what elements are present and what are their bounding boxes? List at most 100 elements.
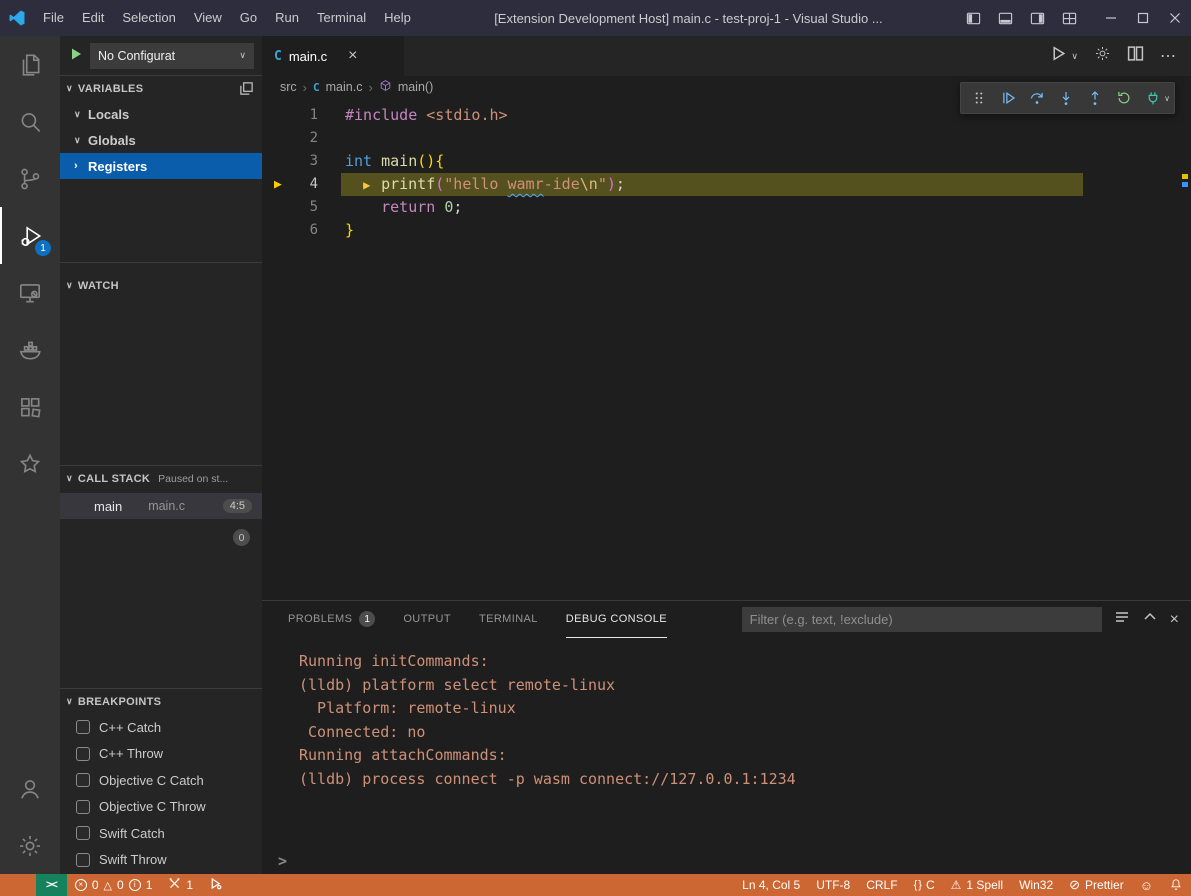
formatter-status[interactable]: ⊘ Prettier	[1061, 874, 1132, 896]
menu-edit[interactable]: Edit	[73, 0, 113, 36]
glyph-margin[interactable]	[262, 127, 298, 150]
checkbox-unchecked[interactable]	[76, 853, 90, 867]
source-control-icon[interactable]	[0, 150, 60, 207]
restart-button[interactable]	[1110, 85, 1137, 112]
symbol-method-icon	[379, 79, 392, 95]
glyph-margin[interactable]	[262, 219, 298, 242]
breakpoints-header-label: BREAKPOINTS	[78, 696, 161, 708]
menu-selection[interactable]: Selection	[113, 0, 184, 36]
search-icon[interactable]	[0, 93, 60, 150]
glyph-margin[interactable]	[262, 150, 298, 173]
star-icon[interactable]	[0, 435, 60, 492]
checkbox-unchecked[interactable]	[76, 800, 90, 814]
extensions-icon[interactable]	[0, 378, 60, 435]
menu-go[interactable]: Go	[231, 0, 266, 36]
disconnect-button[interactable]	[1139, 85, 1166, 112]
step-over-button[interactable]	[1023, 85, 1050, 112]
breakpoint-row[interactable]: C++ Throw	[60, 741, 262, 768]
debug-status[interactable]	[201, 874, 230, 896]
breakpoint-row[interactable]: Objective C Catch	[60, 767, 262, 794]
panel-tab-problems[interactable]: PROBLEMS1	[288, 601, 375, 638]
chevron-down-icon[interactable]: ∨	[1071, 51, 1078, 62]
docker-icon[interactable]	[0, 321, 60, 378]
glyph-margin[interactable]	[262, 196, 298, 219]
variables-section-header[interactable]: ∨ VARIABLES	[60, 76, 262, 101]
code-line: 6}	[262, 219, 1191, 242]
maximize-panel-icon[interactable]	[1142, 609, 1158, 630]
menu-terminal[interactable]: Terminal	[308, 0, 375, 36]
more-actions-icon[interactable]: ⋯	[1160, 46, 1177, 66]
remote-indicator[interactable]: ><	[36, 874, 67, 896]
eol-indicator[interactable]: CRLF	[858, 874, 905, 896]
checkbox-unchecked[interactable]	[76, 826, 90, 840]
debug-console-output[interactable]: Running initCommands:(lldb) platform sel…	[262, 638, 1191, 848]
notifications-bell-icon[interactable]	[1161, 874, 1191, 896]
toolchain-status[interactable]: 1	[160, 874, 201, 896]
menu-view[interactable]: View	[185, 0, 231, 36]
scope-registers[interactable]: ›Registers	[60, 153, 262, 179]
call-stack-section-header[interactable]: ∨ CALL STACK Paused on st...	[60, 466, 262, 491]
console-lines-icon[interactable]	[1114, 609, 1130, 630]
toggle-secondary-sidebar-icon[interactable]	[1021, 0, 1053, 36]
gear-icon[interactable]	[1094, 45, 1111, 67]
breakpoint-row[interactable]: Swift Catch	[60, 820, 262, 847]
debug-config-label: No Configurat	[98, 49, 175, 63]
code-editor[interactable]: 1#include <stdio.h>23int main(){▶4 ▶prin…	[262, 98, 1191, 600]
menu-run[interactable]: Run	[266, 0, 308, 36]
language-mode[interactable]: { } C	[906, 874, 943, 896]
panel-tab-output[interactable]: OUTPUT	[403, 601, 451, 638]
step-into-button[interactable]	[1052, 85, 1079, 112]
split-editor-icon[interactable]	[1127, 45, 1144, 67]
glyph-margin[interactable]	[262, 104, 298, 127]
call-stack-frame[interactable]: main main.c 4:5	[60, 493, 262, 519]
collapse-all-icon[interactable]	[239, 81, 254, 96]
breakpoint-row[interactable]: Objective C Throw	[60, 794, 262, 821]
platform-status[interactable]: Win32	[1011, 874, 1061, 896]
toggle-sidebar-icon[interactable]	[957, 0, 989, 36]
breakpoint-row[interactable]: C++ Catch	[60, 714, 262, 741]
menu-help[interactable]: Help	[375, 0, 420, 36]
close-tab-icon[interactable]: ×	[348, 47, 357, 65]
breadcrumb-folder[interactable]: src	[280, 80, 297, 94]
feedback-icon[interactable]: ☺	[1132, 874, 1161, 896]
encoding-indicator[interactable]: UTF-8	[808, 874, 858, 896]
scope-globals[interactable]: ∨Globals	[60, 127, 262, 153]
checkbox-unchecked[interactable]	[76, 773, 90, 787]
customize-layout-icon[interactable]	[1053, 0, 1085, 36]
breakpoints-section-header[interactable]: ∨ BREAKPOINTS	[60, 689, 262, 714]
account-icon[interactable]	[0, 760, 60, 817]
breakpoint-row[interactable]: Swift Throw	[60, 847, 262, 874]
breadcrumb-symbol[interactable]: main()	[398, 80, 433, 94]
panel-tab-terminal[interactable]: TERMINAL	[479, 601, 538, 638]
menu-file[interactable]: File	[34, 0, 73, 36]
close-panel-icon[interactable]: ×	[1170, 611, 1179, 629]
checkbox-unchecked[interactable]	[76, 720, 90, 734]
minimize-button[interactable]	[1095, 0, 1127, 36]
breadcrumb-file[interactable]: main.c	[326, 80, 363, 94]
watch-section-header[interactable]: ∨ WATCH	[60, 273, 262, 298]
close-button[interactable]	[1159, 0, 1191, 36]
start-debugging-icon[interactable]	[68, 46, 84, 65]
problems-status[interactable]: × 0 △ 0 i 1	[67, 874, 161, 896]
maximize-button[interactable]	[1127, 0, 1159, 36]
cursor-position[interactable]: Ln 4, Col 5	[734, 874, 808, 896]
toolbar-drag-handle[interactable]	[965, 85, 992, 112]
debug-config-dropdown[interactable]: No Configurat ∨	[90, 43, 254, 69]
toggle-panel-icon[interactable]	[989, 0, 1021, 36]
debug-console-input[interactable]: >	[262, 848, 1191, 874]
console-filter-input[interactable]	[742, 607, 1102, 632]
remote-explorer-icon[interactable]	[0, 264, 60, 321]
spell-checker-status[interactable]: ⚠ 1 Spell	[943, 874, 1011, 896]
panel-tab-debug-console[interactable]: DEBUG CONSOLE	[566, 601, 667, 638]
step-out-button[interactable]	[1081, 85, 1108, 112]
scope-locals[interactable]: ∨Locals	[60, 101, 262, 127]
checkbox-unchecked[interactable]	[76, 747, 90, 761]
run-and-debug-icon[interactable]: 1	[0, 207, 60, 264]
continue-button[interactable]	[994, 85, 1021, 112]
run-file-button[interactable]	[1050, 45, 1067, 67]
chevron-down-icon[interactable]: ∨	[1164, 94, 1170, 103]
explorer-icon[interactable]	[0, 36, 60, 93]
glyph-margin[interactable]: ▶	[262, 173, 298, 196]
settings-gear-icon[interactable]	[0, 817, 60, 874]
tab-main-c[interactable]: C main.c ×	[262, 36, 404, 76]
